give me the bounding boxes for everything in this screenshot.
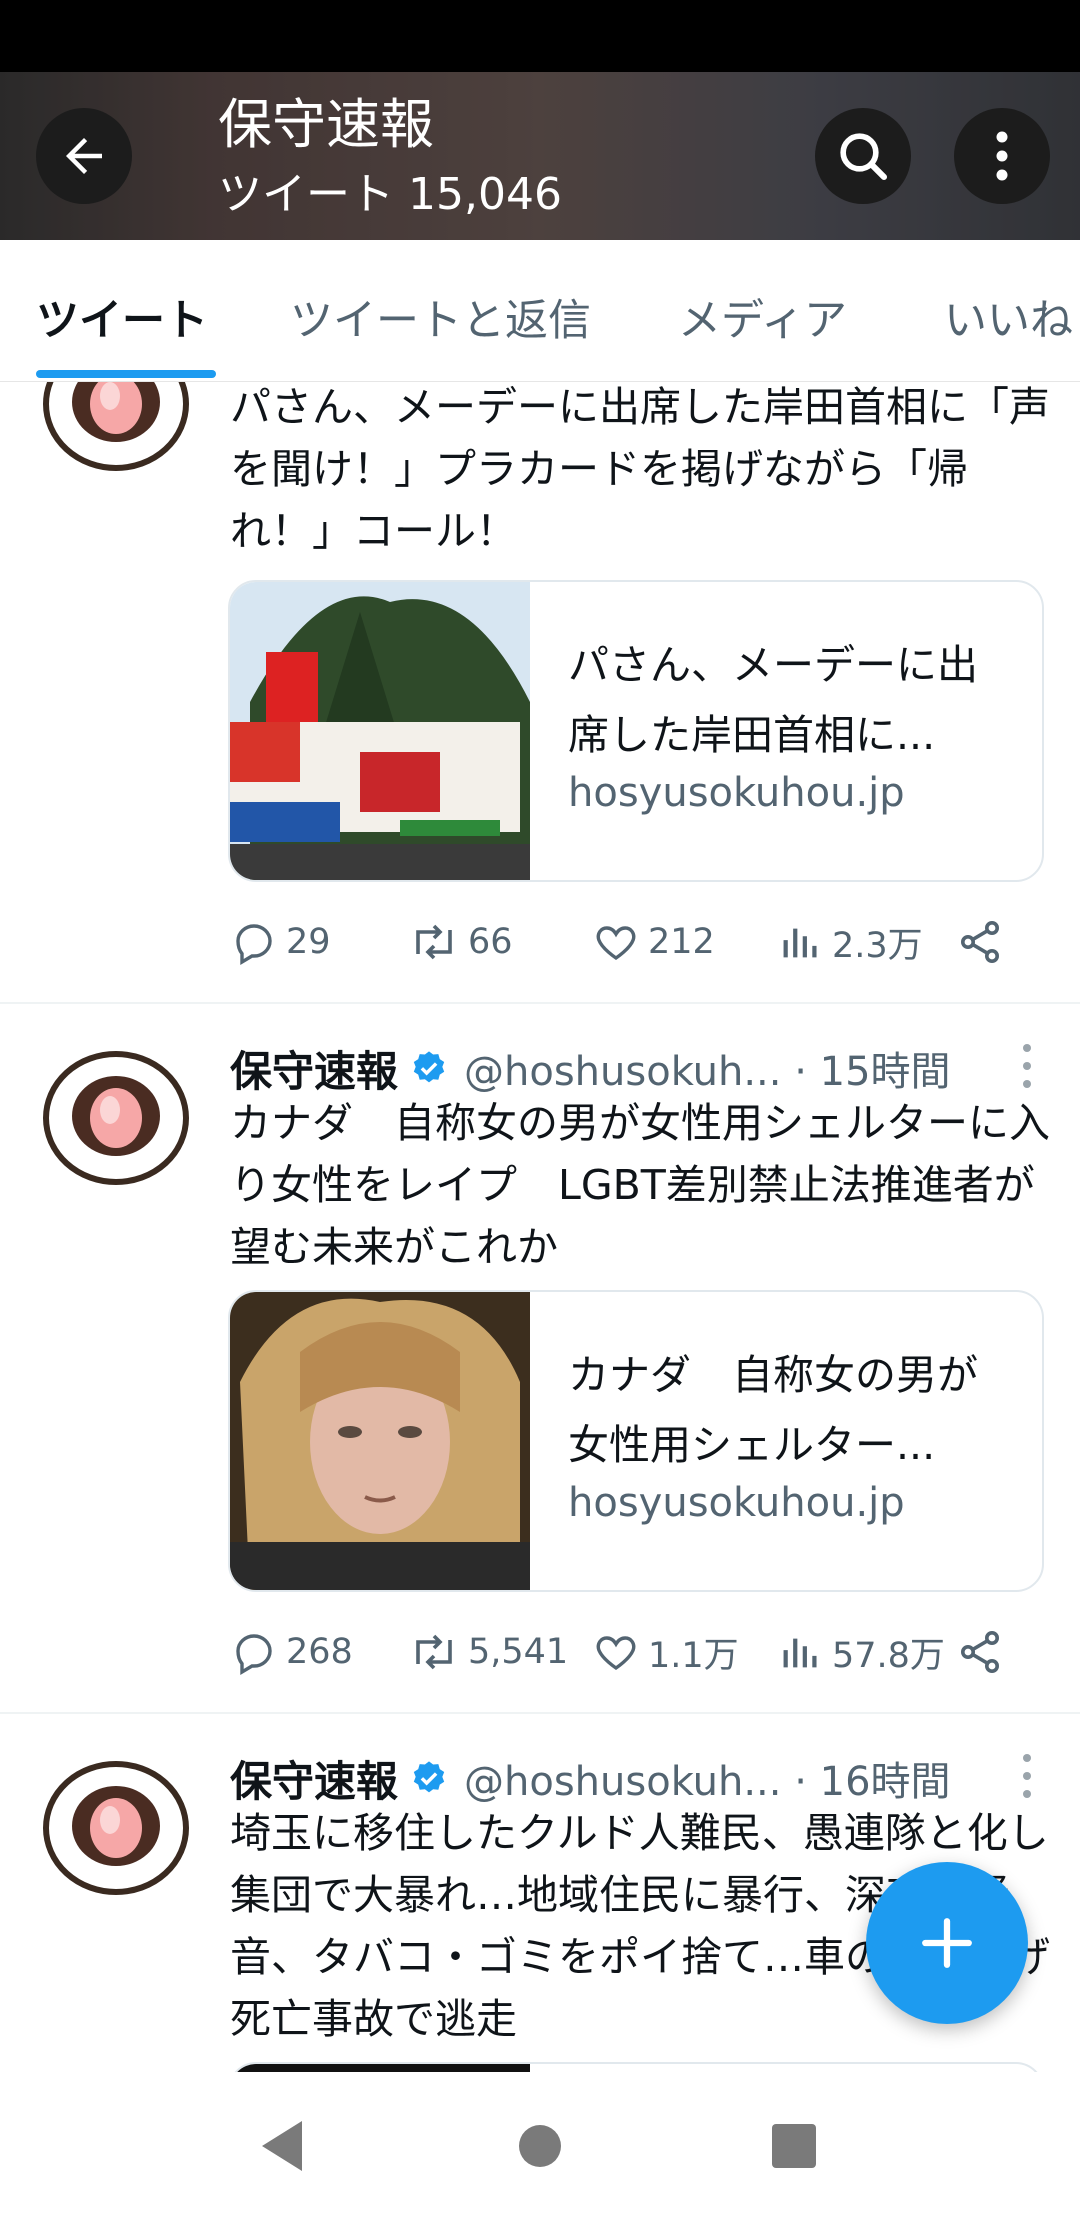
profile-header: 保守速報 ツイート 15,046 [0, 72, 1080, 240]
more-options-button[interactable] [954, 108, 1050, 204]
reply-button[interactable]: 268 [230, 1622, 353, 1682]
retweet-count: 5,541 [468, 1632, 569, 1672]
views-button[interactable]: 57.8万 [778, 1622, 945, 1682]
nav-back-icon [262, 2121, 302, 2171]
retweet-button[interactable]: 5,541 [408, 1622, 568, 1682]
arrow-left-icon [66, 138, 102, 174]
system-navigation-bar [0, 2072, 1080, 2220]
tweet-more-icon[interactable] [1020, 1042, 1034, 1090]
nav-back-button[interactable] [248, 2112, 316, 2180]
reply-count: 268 [286, 1632, 353, 1672]
more-vertical-icon [996, 131, 1008, 181]
tweet-text: カナダ 自称女の男が女性用シェルターに入り女性をレイプ LGBT差別禁止法推進者… [230, 1099, 1050, 1271]
status-bar [0, 0, 1080, 72]
tweet-feed[interactable]: パさん、メーデーに出席した岸田首相に「声を聞け！」プラカードを掲げながら「帰れ！… [0, 382, 1080, 2072]
like-count: 1.1万 [648, 1635, 739, 1676]
retweet-button[interactable]: 66 [408, 912, 513, 972]
header-title: 保守速報 [218, 93, 434, 156]
views-icon [783, 928, 817, 958]
card-domain: hosyusokuhou.jp [568, 1480, 905, 1526]
views-count: 57.8万 [832, 1635, 945, 1676]
search-icon [840, 133, 888, 181]
tab-likes[interactable]: いいね [944, 286, 1073, 348]
retweet-count: 66 [468, 922, 513, 962]
like-count: 212 [648, 922, 715, 962]
reply-icon [236, 924, 272, 966]
nav-recents-icon [772, 2124, 816, 2168]
tab-media[interactable]: メディア [678, 286, 847, 348]
verified-badge-icon [413, 1761, 445, 1793]
author-handle: @hoshusokuh... · 16時間 [464, 1759, 951, 1805]
card-title: カナダ 自称女の男が女性用シェルター... [568, 1351, 978, 1469]
plus-icon [922, 1918, 972, 1968]
profile-tabs: ツイート ツイートと返信 メディア いいね [0, 240, 1080, 382]
views-icon [783, 1638, 817, 1668]
views-button[interactable]: 2.3万 [778, 912, 923, 972]
nav-home-icon [519, 2125, 561, 2167]
link-card[interactable] [228, 2062, 1044, 2072]
card-title: パさん、メーデーに出席した岸田首相に... [568, 641, 978, 759]
tweet-actions: 268 5,541 1.1万 57.8万 [230, 1622, 1010, 1682]
card-thumbnail [230, 582, 530, 880]
like-button[interactable]: 212 [592, 912, 715, 972]
retweet-icon [416, 924, 452, 960]
share-icon [961, 1631, 999, 1673]
author-handle: @hoshusokuh... · 15時間 [464, 1049, 951, 1095]
avatar[interactable] [42, 1756, 190, 1896]
tweet-author-row: 保守速報 @hoshusokuh... · 15時間 [230, 1038, 1050, 1098]
retweet-icon [416, 1634, 452, 1670]
share-button[interactable] [956, 912, 1012, 972]
card-thumbnail [230, 1292, 530, 1590]
tab-tweets[interactable]: ツイート [36, 286, 208, 348]
author-name[interactable]: 保守速報 [230, 1748, 398, 1809]
share-button[interactable] [956, 1622, 1012, 1682]
nav-recents-button[interactable] [760, 2112, 828, 2180]
like-button[interactable]: 1.1万 [592, 1622, 739, 1682]
heart-icon [596, 926, 636, 961]
compose-tweet-button[interactable] [866, 1862, 1028, 2024]
card-thumbnail [230, 2064, 530, 2072]
active-tab-indicator [36, 370, 216, 378]
reply-icon [236, 1634, 272, 1676]
tweet-actions: 29 66 212 2.3万 [230, 912, 1010, 972]
avatar[interactable] [42, 1046, 190, 1186]
tweet-text: パさん、メーデーに出席した岸田首相に「声を聞け！」プラカードを掲げながら「帰れ！… [230, 383, 1050, 555]
reply-count: 29 [286, 922, 331, 962]
back-button[interactable] [36, 108, 132, 204]
header-tweet-count: ツイート 15,046 [218, 169, 562, 220]
tab-tweets-and-replies[interactable]: ツイートと返信 [290, 286, 591, 348]
tweet-more-icon[interactable] [1020, 1752, 1034, 1800]
tweet-divider [0, 1712, 1080, 1714]
verified-badge-icon [413, 1051, 445, 1083]
author-name[interactable]: 保守速報 [230, 1038, 398, 1099]
share-icon [961, 921, 999, 963]
tweet-divider [0, 1002, 1080, 1004]
link-card[interactable]: カナダ 自称女の男が女性用シェルター... hosyusokuhou.jp [228, 1290, 1044, 1592]
card-domain: hosyusokuhou.jp [568, 770, 905, 816]
tweet-author-row: 保守速報 @hoshusokuh... · 16時間 [230, 1748, 1050, 1808]
avatar[interactable] [42, 382, 190, 472]
link-card[interactable]: パさん、メーデーに出席した岸田首相に... hosyusokuhou.jp [228, 580, 1044, 882]
search-button[interactable] [815, 108, 911, 204]
nav-home-button[interactable] [506, 2112, 574, 2180]
heart-icon [596, 1636, 636, 1671]
reply-button[interactable]: 29 [230, 912, 331, 972]
views-count: 2.3万 [832, 925, 923, 966]
